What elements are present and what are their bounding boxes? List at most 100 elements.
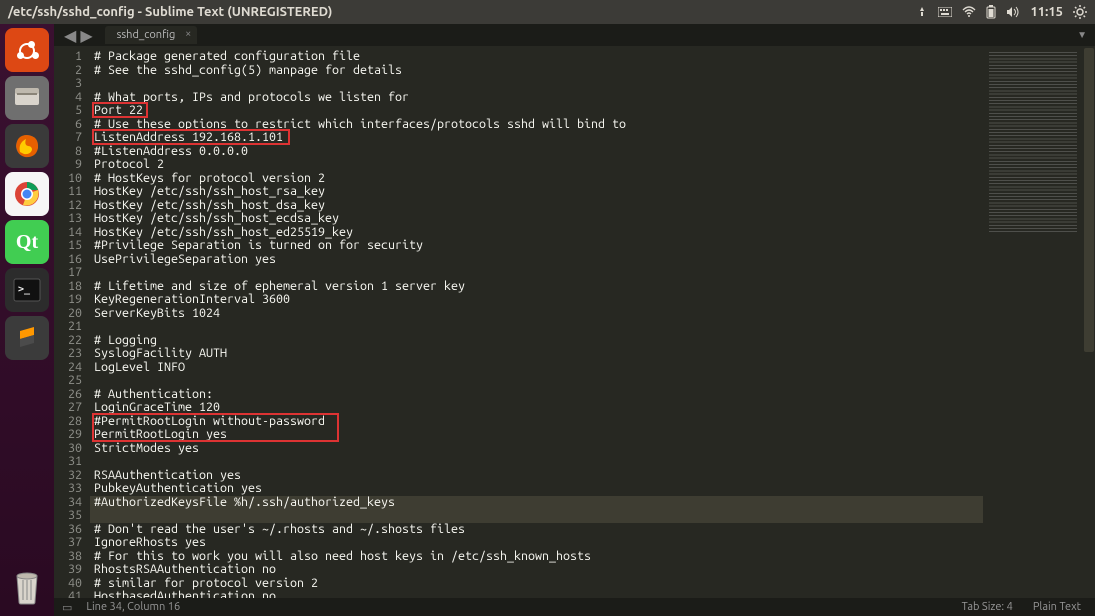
messaging-icon[interactable]: [916, 6, 928, 18]
gutter-line: 30: [58, 442, 82, 456]
gutter-line: 29: [58, 428, 82, 442]
status-tabsize[interactable]: Tab Size: 4: [956, 601, 1019, 613]
gutter-line: 31: [58, 455, 82, 469]
code-line[interactable]: #ListenAddress 0.0.0.0: [90, 145, 983, 159]
menubar: /etc/ssh/sshd_config - Sublime Text (UNR…: [0, 0, 1095, 24]
status-syntax[interactable]: Plain Text: [1027, 601, 1087, 613]
gutter-line: 2: [58, 64, 82, 78]
gutter-line: 36: [58, 523, 82, 537]
launcher-files[interactable]: [5, 76, 49, 120]
code-line[interactable]: IgnoreRhosts yes: [90, 536, 983, 550]
code-line[interactable]: [90, 266, 983, 280]
code-line[interactable]: # Package generated configuration file: [90, 50, 983, 64]
scrollbar-vertical[interactable]: [1083, 46, 1095, 598]
line-gutter: 1234567891011121314151617181920212223242…: [54, 46, 90, 598]
code-line[interactable]: RhostsRSAAuthentication no: [90, 563, 983, 577]
gutter-line: 21: [58, 320, 82, 334]
code-line[interactable]: # Use these options to restrict which in…: [90, 118, 983, 132]
launcher-ubuntu-dash[interactable]: [5, 28, 49, 72]
launcher-terminal[interactable]: >_: [5, 268, 49, 312]
code-line[interactable]: # HostKeys for protocol version 2: [90, 172, 983, 186]
code-line[interactable]: StrictModes yes: [90, 442, 983, 456]
minimap[interactable]: [983, 46, 1083, 598]
code-line[interactable]: [90, 509, 983, 523]
gutter-line: 7: [58, 131, 82, 145]
code-line[interactable]: # Logging: [90, 334, 983, 348]
code-line[interactable]: HostbasedAuthentication no: [90, 590, 983, 598]
editor-area: 1234567891011121314151617181920212223242…: [54, 46, 1095, 598]
gutter-line: 28: [58, 415, 82, 429]
code-line[interactable]: KeyRegenerationInterval 3600: [90, 293, 983, 307]
svg-text:>_: >_: [18, 284, 31, 295]
code-line[interactable]: # Authentication:: [90, 388, 983, 402]
status-panel-icon[interactable]: ▭: [62, 601, 72, 614]
gutter-line: 38: [58, 550, 82, 564]
battery-icon[interactable]: [986, 5, 996, 19]
scrollbar-thumb[interactable]: [1084, 48, 1094, 352]
code-line[interactable]: #AuthorizedKeysFile %h/.ssh/authorized_k…: [90, 496, 983, 510]
code-line[interactable]: SyslogFacility AUTH: [90, 347, 983, 361]
code-line[interactable]: LoginGraceTime 120: [90, 401, 983, 415]
gutter-line: 33: [58, 482, 82, 496]
code-view[interactable]: # Package generated configuration file# …: [90, 46, 983, 598]
code-line[interactable]: [90, 320, 983, 334]
code-line[interactable]: # See the sshd_config(5) manpage for det…: [90, 64, 983, 78]
tab-label: sshd_config: [117, 29, 176, 41]
gutter-line: 14: [58, 226, 82, 240]
gutter-line: 40: [58, 577, 82, 591]
code-line[interactable]: UsePrivilegeSeparation yes: [90, 253, 983, 267]
code-line[interactable]: #PermitRootLogin without-password: [90, 415, 983, 429]
nav-arrows[interactable]: ◀ ▶: [58, 26, 99, 45]
launcher-chrome[interactable]: [5, 172, 49, 216]
code-line[interactable]: HostKey /etc/ssh/ssh_host_dsa_key: [90, 199, 983, 213]
keyboard-icon[interactable]: [938, 7, 952, 17]
window-title: /etc/ssh/sshd_config - Sublime Text (UNR…: [8, 5, 916, 19]
launcher-firefox[interactable]: [5, 124, 49, 168]
code-line[interactable]: RSAAuthentication yes: [90, 469, 983, 483]
tab-close-icon[interactable]: ×: [185, 28, 191, 40]
code-line[interactable]: ServerKeyBits 1024: [90, 307, 983, 321]
gutter-line: 9: [58, 158, 82, 172]
gutter-line: 11: [58, 185, 82, 199]
code-line[interactable]: LogLevel INFO: [90, 361, 983, 375]
volume-icon[interactable]: [1006, 6, 1020, 18]
code-line[interactable]: [90, 77, 983, 91]
code-line[interactable]: HostKey /etc/ssh/ssh_host_ed25519_key: [90, 226, 983, 240]
gutter-line: 20: [58, 307, 82, 321]
code-line[interactable]: Protocol 2: [90, 158, 983, 172]
code-line[interactable]: PermitRootLogin yes: [90, 428, 983, 442]
nav-forward-icon[interactable]: ▶: [80, 26, 92, 45]
code-line[interactable]: #Privilege Separation is turned on for s…: [90, 239, 983, 253]
gutter-line: 25: [58, 374, 82, 388]
gutter-line: 41: [58, 590, 82, 598]
launcher-sublime[interactable]: [5, 316, 49, 360]
tab-sshd-config[interactable]: sshd_config ×: [105, 26, 198, 44]
tab-overflow-icon[interactable]: ▼: [1077, 29, 1087, 41]
code-line[interactable]: # Lifetime and size of ephemeral version…: [90, 280, 983, 294]
code-line[interactable]: ListenAddress 192.168.1.101: [90, 131, 983, 145]
launcher-qt[interactable]: Qt: [5, 220, 49, 264]
code-line[interactable]: # What ports, IPs and protocols we liste…: [90, 91, 983, 105]
code-line[interactable]: [90, 374, 983, 388]
gear-icon[interactable]: [1073, 5, 1087, 19]
gutter-line: 6: [58, 118, 82, 132]
gutter-line: 23: [58, 347, 82, 361]
code-line[interactable]: [90, 455, 983, 469]
code-line[interactable]: HostKey /etc/ssh/ssh_host_ecdsa_key: [90, 212, 983, 226]
code-line[interactable]: # For this to work you will also need ho…: [90, 550, 983, 564]
launcher-trash[interactable]: [5, 564, 49, 608]
nav-back-icon[interactable]: ◀: [64, 26, 76, 45]
gutter-line: 39: [58, 563, 82, 577]
wifi-icon[interactable]: [962, 6, 976, 18]
code-line[interactable]: Port 22: [90, 104, 983, 118]
gutter-line: 17: [58, 266, 82, 280]
code-line[interactable]: # similar for protocol version 2: [90, 577, 983, 591]
status-linecol[interactable]: Line 34, Column 16: [80, 601, 186, 613]
gutter-line: 1: [58, 50, 82, 64]
gutter-line: 19: [58, 293, 82, 307]
code-line[interactable]: HostKey /etc/ssh/ssh_host_rsa_key: [90, 185, 983, 199]
code-line[interactable]: # Don't read the user's ~/.rhosts and ~/…: [90, 523, 983, 537]
clock[interactable]: 11:15: [1030, 5, 1063, 19]
editor-window: ◀ ▶ sshd_config × ▼ 12345678910111213141…: [54, 24, 1095, 616]
code-line[interactable]: PubkeyAuthentication yes: [90, 482, 983, 496]
